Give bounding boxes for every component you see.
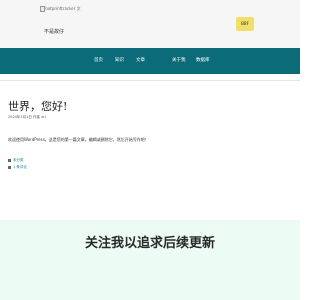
nav-item-articles[interactable]: 文章	[136, 57, 145, 65]
main-navigation: 首页 知识 文章 关于我 数据库	[0, 48, 300, 74]
category-link[interactable]: 未分类	[13, 158, 24, 163]
broken-image-icon	[40, 6, 45, 12]
post-meta: 2024年3月1日 作者 eLi	[8, 115, 46, 120]
header-button[interactable]: BBF	[236, 17, 254, 31]
site-title[interactable]: 不是故仔	[44, 28, 64, 35]
post-author-link[interactable]: eLi	[41, 115, 46, 119]
site-logo[interactable]: footprinttracker 文	[40, 5, 81, 13]
nav-item-knowledge[interactable]: 知识	[115, 57, 124, 65]
nav-item-about[interactable]: 关于我	[172, 57, 186, 65]
nav-item-home[interactable]: 首页	[94, 57, 103, 65]
folder-icon	[8, 159, 11, 162]
comment-icon	[8, 166, 11, 169]
content-divider	[0, 80, 300, 81]
post-title[interactable]: 世界，您好!	[8, 98, 67, 114]
post-tags: 未分类 1 条评论	[8, 157, 27, 171]
footer-headline: 关注我以追求后续更新	[84, 236, 215, 251]
logo-alt-text: footprinttracker 文	[44, 6, 81, 11]
post-date: 2024年3月1日 作者	[8, 115, 40, 119]
comments-row: 1 条评论	[8, 164, 27, 171]
post-body: 欢迎使用WordPress。这是您的第一篇文章。编辑或删除它，然后开始写作吧！	[8, 137, 149, 142]
comments-link[interactable]: 1 条评论	[13, 165, 27, 170]
nav-item-database[interactable]: 数据库	[196, 57, 210, 65]
logo-image[interactable]: footprinttracker 文	[40, 5, 81, 13]
site-header: footprinttracker 文 不是故仔 BBF	[0, 0, 300, 48]
category-row: 未分类	[8, 157, 27, 164]
